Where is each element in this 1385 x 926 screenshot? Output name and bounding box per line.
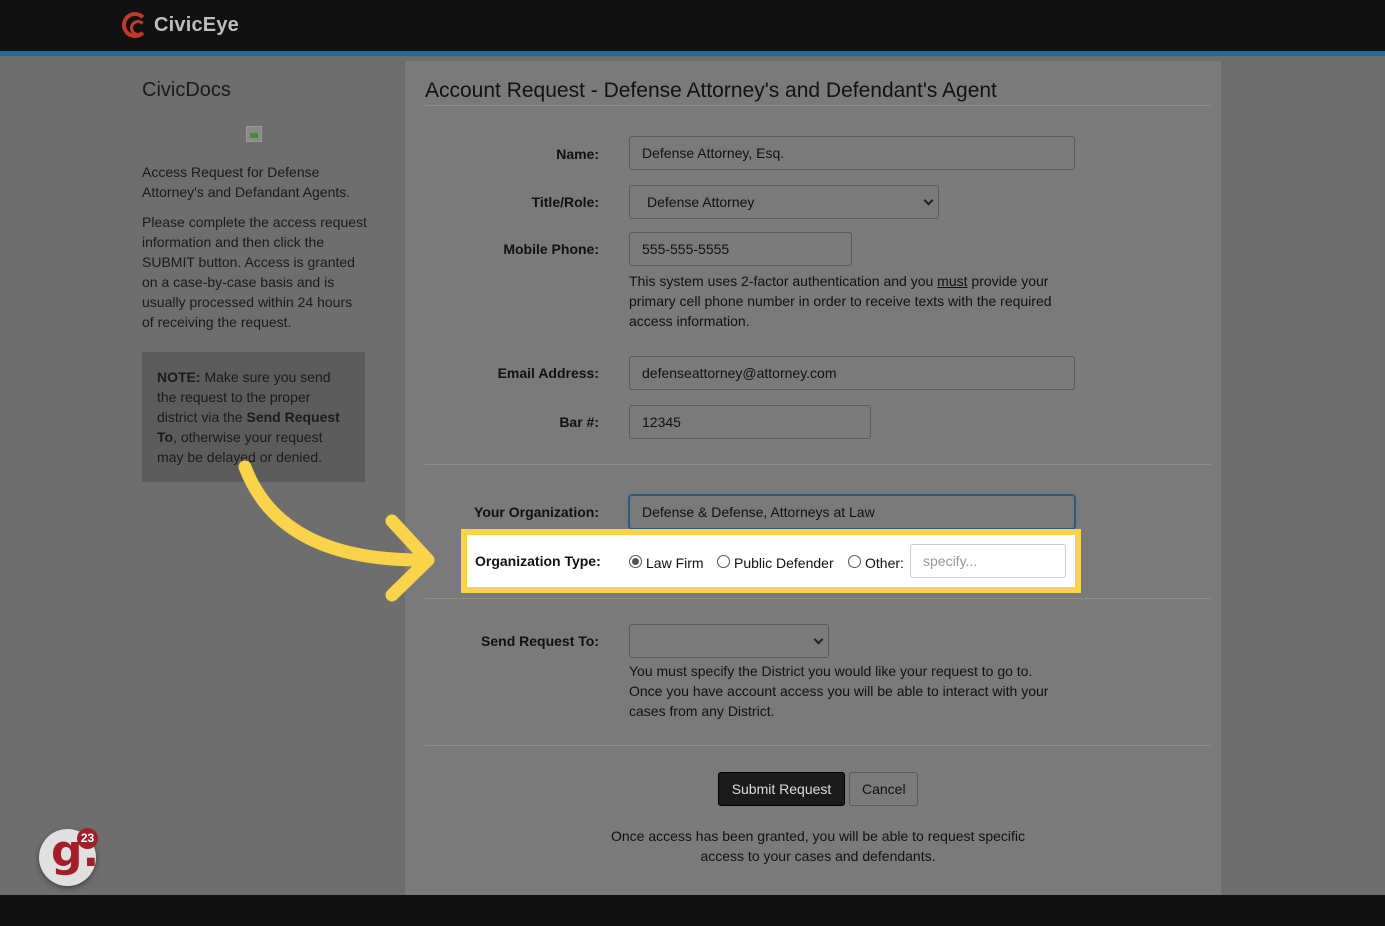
- pointer-arrow-icon: [238, 460, 435, 602]
- organization-type-highlight: Organization Type: Law Firm Public Defen…: [461, 529, 1081, 593]
- section-divider: [425, 598, 1211, 599]
- civiceye-logo-icon: [122, 12, 148, 38]
- radio-public-defender-label[interactable]: Public Defender: [734, 555, 834, 571]
- bottom-bar: [0, 895, 1385, 926]
- send-request-to-label: Send Request To:: [481, 633, 599, 649]
- title-divider: [425, 105, 1211, 106]
- note-label: NOTE:: [157, 369, 201, 385]
- radio-law-firm[interactable]: [629, 555, 642, 568]
- sidebar-title: CivicDocs: [142, 79, 231, 101]
- email-label: Email Address:: [497, 365, 599, 381]
- mobile-phone-input[interactable]: 555-555-5555: [629, 232, 852, 266]
- radio-other[interactable]: [848, 555, 861, 568]
- other-specify-input[interactable]: specify...: [910, 544, 1066, 578]
- section-divider: [425, 745, 1211, 746]
- page-title: Account Request - Defense Attorney's and…: [425, 79, 997, 102]
- submit-request-button[interactable]: Submit Request: [718, 772, 845, 806]
- notification-count-badge: 23: [77, 828, 98, 849]
- bar-number-input[interactable]: 12345: [629, 405, 871, 439]
- mobile-phone-label: Mobile Phone:: [503, 241, 599, 257]
- footer-note: Once access has been granted, you will b…: [610, 828, 1026, 864]
- brand-name: CivicEye: [154, 13, 239, 36]
- name-label: Name:: [556, 146, 599, 162]
- broken-image-icon: [246, 126, 262, 142]
- section-divider: [425, 464, 1211, 465]
- send-request-to-select[interactable]: [629, 624, 829, 658]
- help-widget-button[interactable]: g. 23: [39, 828, 99, 886]
- title-role-select[interactable]: Defense Attorney: [629, 185, 939, 219]
- sidebar-instructions: Please complete the access request infor…: [142, 214, 367, 330]
- name-input[interactable]: Defense Attorney, Esq.: [629, 136, 1075, 170]
- sidebar-intro: Access Request for Defense Attorney's an…: [142, 164, 351, 200]
- top-nav-bar: CivicEye: [0, 0, 1385, 56]
- cancel-button[interactable]: Cancel: [849, 772, 918, 806]
- chevron-down-icon: [923, 195, 934, 206]
- main-content: Account Request - Defense Attorney's and…: [405, 61, 1221, 895]
- email-input[interactable]: defenseattorney@attorney.com: [629, 356, 1075, 390]
- radio-law-firm-label[interactable]: Law Firm: [646, 555, 704, 571]
- mobile-phone-help: This system uses 2-factor authentication…: [629, 271, 1069, 331]
- mobile-help-pre: This system uses 2-factor authentication…: [629, 273, 938, 289]
- organization-type-label: Organization Type:: [475, 553, 601, 569]
- chevron-down-icon: [813, 634, 824, 645]
- radio-other-label[interactable]: Other:: [865, 555, 904, 571]
- title-role-value: Defense Attorney: [647, 194, 755, 210]
- title-role-label: Title/Role:: [531, 194, 599, 210]
- organization-input[interactable]: Defense & Defense, Attorneys at Law: [629, 495, 1075, 529]
- mobile-help-underlined: must: [937, 273, 968, 289]
- radio-public-defender[interactable]: [717, 555, 730, 568]
- organization-label: Your Organization:: [474, 504, 599, 520]
- bar-number-label: Bar #:: [559, 414, 599, 430]
- send-request-to-help: You must specify the District you would …: [629, 663, 1049, 719]
- civiceye-logo[interactable]: CivicEye: [122, 12, 239, 38]
